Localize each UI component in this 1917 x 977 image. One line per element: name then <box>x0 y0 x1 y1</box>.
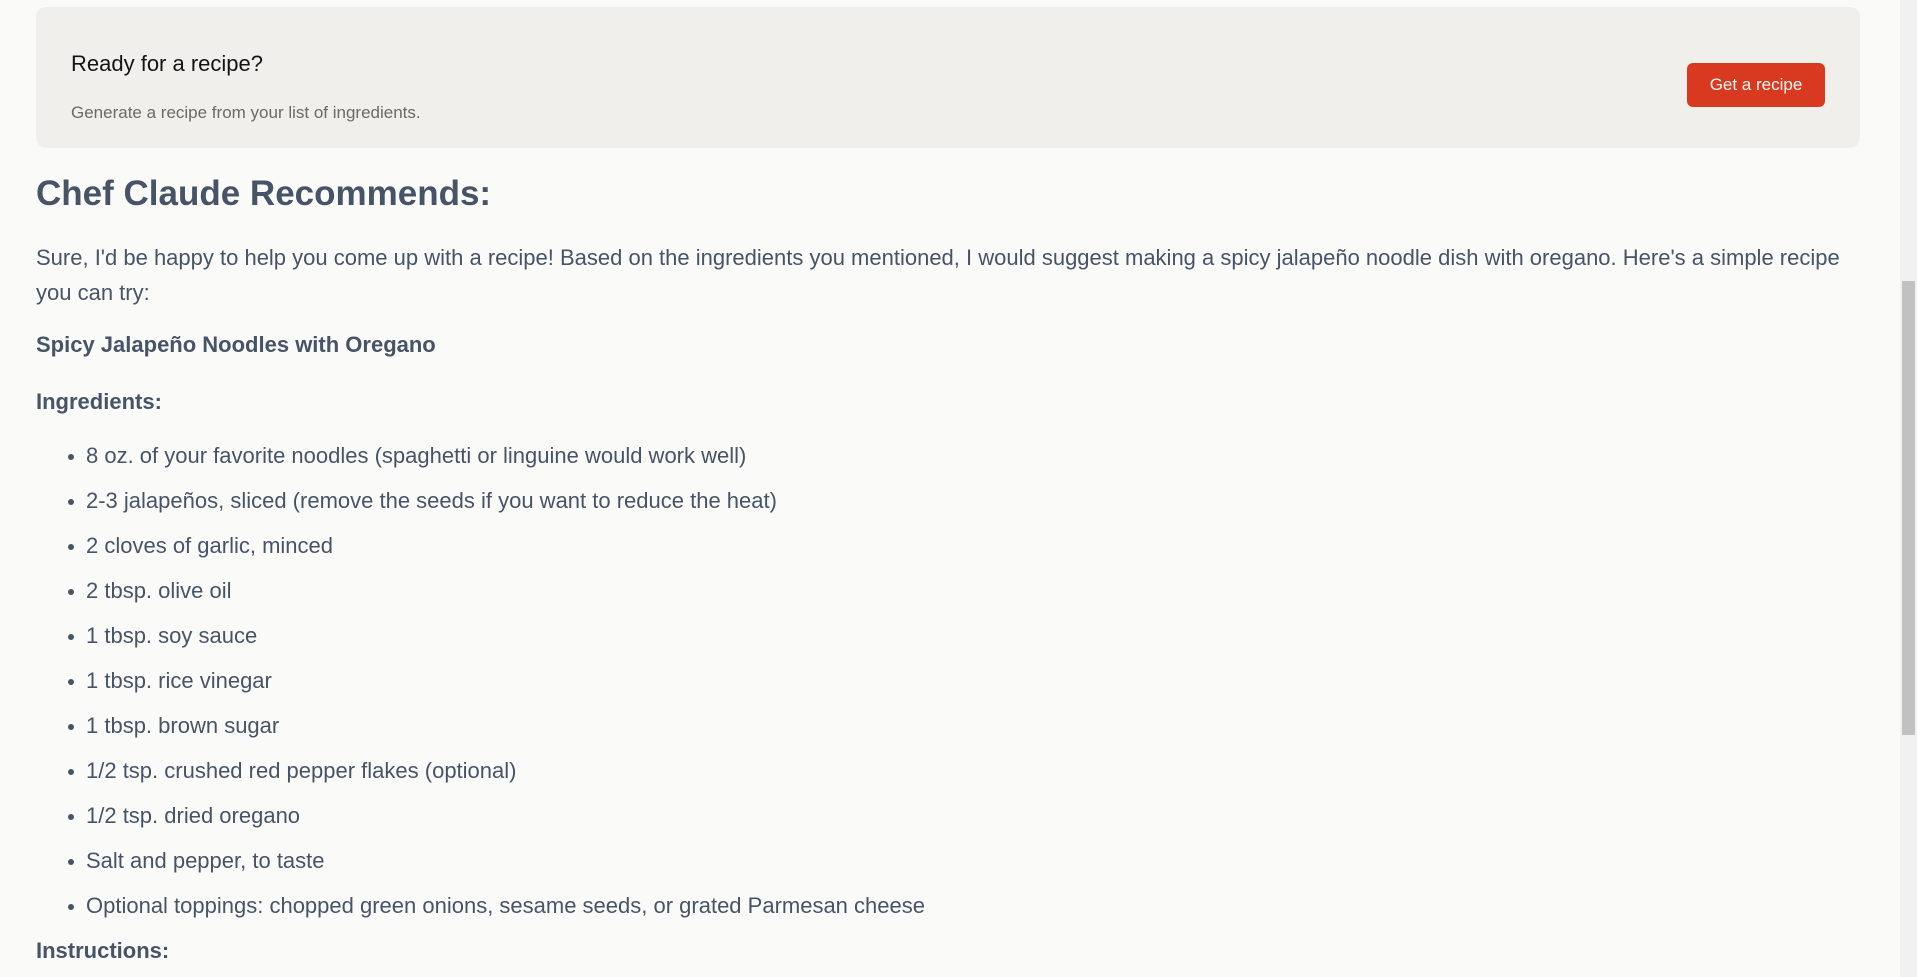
vertical-scrollbar[interactable] <box>1900 0 1917 977</box>
ingredient-item: 1 tbsp. soy sauce <box>68 621 1860 651</box>
ingredients-heading: Ingredients: <box>36 389 162 414</box>
recipe-intro: Sure, I'd be happy to help you come up w… <box>36 245 1840 305</box>
page: Ready for a recipe? Generate a recipe fr… <box>0 0 1917 977</box>
ingredient-item: 2-3 jalapeños, sliced (remove the seeds … <box>68 486 1860 516</box>
recipe-heading: Chef Claude Recommends: <box>36 174 492 213</box>
dish-name: Spicy Jalapeño Noodles with Oregano <box>36 332 436 357</box>
cta-subtitle: Generate a recipe from your list of ingr… <box>71 103 421 122</box>
get-recipe-button[interactable]: Get a recipe <box>1687 63 1825 107</box>
recipe-section: Chef Claude Recommends: Sure, I'd be hap… <box>36 170 1860 966</box>
ingredient-item: 1 tbsp. rice vinegar <box>68 666 1860 696</box>
get-recipe-panel: Ready for a recipe? Generate a recipe fr… <box>36 7 1860 148</box>
ingredient-item: 2 cloves of garlic, minced <box>68 531 1860 561</box>
instructions-heading: Instructions: <box>36 938 170 963</box>
ingredient-item: Salt and pepper, to taste <box>68 846 1860 876</box>
ingredient-item: Optional toppings: chopped green onions,… <box>68 891 1860 921</box>
ingredient-item: 2 tbsp. olive oil <box>68 576 1860 606</box>
cta-title: Ready for a recipe? <box>71 51 263 76</box>
scrollbar-thumb[interactable] <box>1902 281 1915 735</box>
ingredient-item: 1 tbsp. brown sugar <box>68 711 1860 741</box>
ingredients-list: 8 oz. of your favorite noodles (spaghett… <box>36 441 1860 921</box>
ingredient-item: 1/2 tsp. crushed red pepper flakes (opti… <box>68 756 1860 786</box>
ingredient-item: 8 oz. of your favorite noodles (spaghett… <box>68 441 1860 471</box>
ingredient-item: 1/2 tsp. dried oregano <box>68 801 1860 831</box>
